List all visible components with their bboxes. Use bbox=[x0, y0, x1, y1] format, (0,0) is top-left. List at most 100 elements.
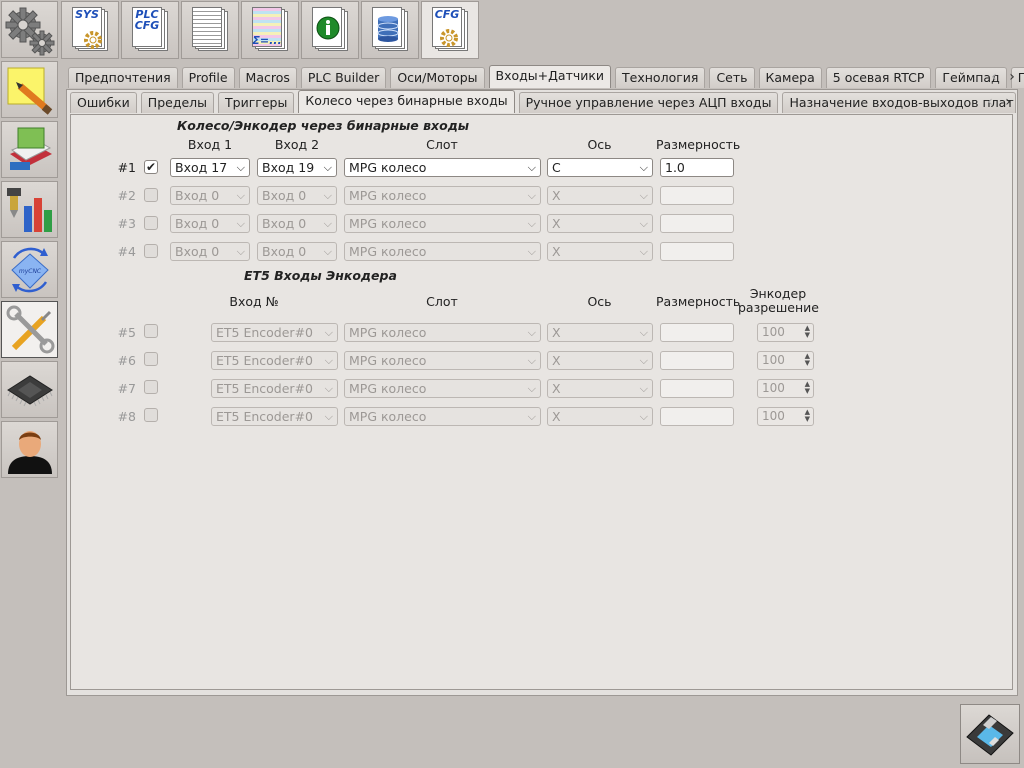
tab-inputs-sensors[interactable]: Входы+Датчики bbox=[488, 65, 612, 88]
axis-select[interactable]: X ⌵ bbox=[547, 214, 653, 233]
row-label: #4 bbox=[117, 244, 136, 259]
sys-config-icon: SYS bbox=[72, 7, 108, 53]
toolbar-database-button[interactable] bbox=[361, 1, 419, 59]
input2-select[interactable]: Вход 0 ⌵ bbox=[257, 214, 337, 233]
resolution-spinbox[interactable]: 100 ▲ ▼ bbox=[757, 351, 814, 370]
row-enable-checkbox[interactable] bbox=[144, 352, 158, 366]
axis-select[interactable]: X ⌵ bbox=[547, 379, 653, 398]
encoder-select[interactable]: ET5 Encoder#0 ⌵ bbox=[211, 351, 338, 370]
scroll-left-icon[interactable]: ‹ bbox=[988, 69, 1000, 85]
dimension-input[interactable] bbox=[660, 379, 734, 398]
variables-icon: Σ=... bbox=[252, 7, 288, 53]
sidebar-item-hardware[interactable] bbox=[1, 361, 58, 418]
row-enable-checkbox[interactable] bbox=[144, 216, 158, 230]
axis-select[interactable]: C ⌵ bbox=[547, 158, 653, 177]
slot-select[interactable]: MPG колесо ⌵ bbox=[344, 214, 541, 233]
dimension-input[interactable]: 1.0 bbox=[660, 158, 734, 177]
tab-5-axis-rtcp[interactable]: 5 осевая RTCP bbox=[825, 67, 932, 88]
tab-axes-motors[interactable]: Оси/Моторы bbox=[390, 67, 485, 88]
input1-select[interactable]: Вход 0 ⌵ bbox=[170, 214, 250, 233]
col-header-input-no: Вход № bbox=[229, 294, 279, 309]
encoder-select[interactable]: ET5 Encoder#0 ⌵ bbox=[211, 379, 338, 398]
dimension-input[interactable] bbox=[660, 186, 734, 205]
encoder-select[interactable]: ET5 Encoder#0 ⌵ bbox=[211, 323, 338, 342]
row-enable-checkbox[interactable] bbox=[144, 244, 158, 258]
scroll-right-icon[interactable]: › bbox=[1006, 69, 1018, 85]
tab-technology[interactable]: Технология bbox=[615, 67, 706, 88]
toolbar-variables-button[interactable]: Σ=... bbox=[241, 1, 299, 59]
slot-select[interactable]: MPG колесо ⌵ bbox=[344, 158, 541, 177]
sub-scroll-left-icon[interactable]: ‹ bbox=[984, 94, 996, 110]
input2-select[interactable]: Вход 0 ⌵ bbox=[257, 186, 337, 205]
toolbar-sys-button[interactable]: SYS bbox=[61, 1, 119, 59]
col-header-dimension: Размерность bbox=[656, 294, 741, 309]
row-enable-checkbox[interactable] bbox=[144, 188, 158, 202]
axis-value: X bbox=[552, 216, 561, 231]
slot-select[interactable]: MPG колесо ⌵ bbox=[344, 379, 541, 398]
resolution-spinbox[interactable]: 100 ▲ ▼ bbox=[757, 323, 814, 342]
axis-select[interactable]: X ⌵ bbox=[547, 407, 653, 426]
axis-value: X bbox=[552, 325, 561, 340]
resolution-spinbox[interactable]: 100 ▲ ▼ bbox=[757, 407, 814, 426]
toolbar-document-button[interactable] bbox=[181, 1, 239, 59]
toolbar-plc-button[interactable]: PLC CFG bbox=[121, 1, 179, 59]
slot-select[interactable]: MPG колесо ⌵ bbox=[344, 407, 541, 426]
dimension-input[interactable] bbox=[660, 323, 734, 342]
input1-select[interactable]: Вход 0 ⌵ bbox=[170, 186, 250, 205]
sidebar-item-sync[interactable]: myCNC bbox=[1, 241, 58, 298]
dimension-input[interactable] bbox=[660, 214, 734, 233]
row-enable-checkbox[interactable] bbox=[144, 324, 158, 338]
axis-select[interactable]: X ⌵ bbox=[547, 323, 653, 342]
save-button[interactable] bbox=[960, 704, 1020, 764]
toolbar-info-button[interactable] bbox=[301, 1, 359, 59]
spin-arrows-icon[interactable]: ▲ ▼ bbox=[805, 381, 810, 395]
spin-arrows-icon[interactable]: ▲ ▼ bbox=[805, 353, 810, 367]
row-enable-checkbox[interactable] bbox=[144, 380, 158, 394]
sidebar-item-statistics[interactable] bbox=[1, 181, 58, 238]
sidebar-item-user[interactable] bbox=[1, 421, 58, 478]
sidebar-item-tools[interactable] bbox=[1, 301, 58, 358]
subtab-limits[interactable]: Пределы bbox=[140, 92, 215, 113]
sub-scroll-right-icon[interactable]: › bbox=[1002, 94, 1014, 110]
tab-camera[interactable]: Камера bbox=[758, 67, 822, 88]
dimension-input[interactable] bbox=[660, 242, 734, 261]
subtab-wheel-binary-inputs[interactable]: Колесо через бинарные входы bbox=[298, 90, 515, 113]
input2-select[interactable]: Вход 19 ⌵ bbox=[257, 158, 337, 177]
tab-preferences[interactable]: Предпочтения bbox=[68, 67, 178, 88]
slot-select[interactable]: MPG колесо ⌵ bbox=[344, 186, 541, 205]
chevron-down-icon: ⌵ bbox=[236, 245, 245, 258]
subtab-errors[interactable]: Ошибки bbox=[70, 92, 137, 113]
input1-select[interactable]: Вход 0 ⌵ bbox=[170, 242, 250, 261]
sidebar-item-library[interactable] bbox=[1, 121, 58, 178]
slot-select[interactable]: MPG колесо ⌵ bbox=[344, 242, 541, 261]
row-enable-checkbox[interactable]: ✔ bbox=[144, 160, 158, 174]
slot-select[interactable]: MPG колесо ⌵ bbox=[344, 351, 541, 370]
axis-select[interactable]: X ⌵ bbox=[547, 242, 653, 261]
sidebar-item-notes[interactable] bbox=[1, 61, 58, 118]
tab-network[interactable]: Сеть bbox=[709, 67, 755, 88]
spin-arrows-icon[interactable]: ▲ ▼ bbox=[805, 325, 810, 339]
toolbar-cfg-button[interactable]: CFG bbox=[421, 1, 479, 59]
encoder-select[interactable]: ET5 Encoder#0 ⌵ bbox=[211, 407, 338, 426]
subtab-io-assignment[interactable]: Назначение входов-выходов плат ра bbox=[782, 92, 1017, 113]
dimension-input[interactable] bbox=[660, 407, 734, 426]
tab-plc-builder[interactable]: PLC Builder bbox=[300, 67, 387, 88]
axis-select[interactable]: X ⌵ bbox=[547, 351, 653, 370]
slot-select[interactable]: MPG колесо ⌵ bbox=[344, 323, 541, 342]
row-enable-checkbox[interactable] bbox=[144, 408, 158, 422]
resolution-spinbox[interactable]: 100 ▲ ▼ bbox=[757, 379, 814, 398]
axis-select[interactable]: X ⌵ bbox=[547, 186, 653, 205]
col-header-axis: Ось bbox=[587, 137, 612, 152]
resolution-value: 100 bbox=[762, 381, 785, 395]
chevron-down-icon: ⌵ bbox=[639, 161, 648, 174]
tab-macros[interactable]: Macros bbox=[238, 67, 297, 88]
subtab-triggers[interactable]: Триггеры bbox=[218, 92, 295, 113]
chevron-down-icon: ⌵ bbox=[639, 326, 648, 339]
input1-select[interactable]: Вход 17 ⌵ bbox=[170, 158, 250, 177]
sidebar-item-settings[interactable] bbox=[1, 1, 58, 58]
subtab-adc-manual-control[interactable]: Ручное управление через АЦП входы bbox=[518, 92, 779, 113]
spin-arrows-icon[interactable]: ▲ ▼ bbox=[805, 409, 810, 423]
input2-select[interactable]: Вход 0 ⌵ bbox=[257, 242, 337, 261]
tab-profile[interactable]: Profile bbox=[181, 67, 235, 88]
dimension-input[interactable] bbox=[660, 351, 734, 370]
